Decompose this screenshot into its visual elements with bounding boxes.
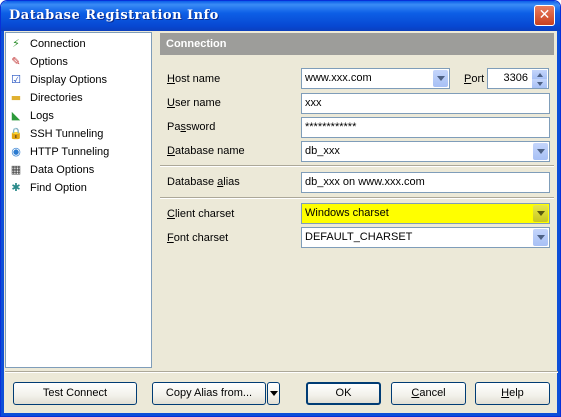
client-charset-combobox[interactable]: Windows charset <box>301 203 550 224</box>
window-title: Database Registration Info <box>9 8 219 23</box>
host-name-value: www.xxx.com <box>305 72 372 84</box>
label-text: lias <box>223 176 240 188</box>
button-label: ancel <box>419 387 446 399</box>
database-alias-value: db_xxx on www.xxx.com <box>305 176 425 188</box>
label-text: Pa <box>167 121 181 133</box>
nav-item-label: Data Options <box>30 164 95 176</box>
nav-item-label: SSH Tunneling <box>30 128 104 140</box>
label-text: ont charset <box>173 232 229 244</box>
nav-item-label: Options <box>30 56 68 68</box>
database-name-value: db_xxx <box>305 145 340 157</box>
chevron-down-icon[interactable] <box>533 205 548 222</box>
connection-icon: ⚡ <box>12 37 20 50</box>
close-button[interactable]: ✕ <box>534 5 555 26</box>
nav-item-data-options[interactable]: ▦ Data Options <box>8 161 148 179</box>
window-frame-right <box>557 31 560 416</box>
display-options-icon: ☑ <box>11 73 21 86</box>
nav-item-display-options[interactable]: ☑ Display Options <box>8 71 148 89</box>
password-label: Password <box>167 121 215 133</box>
test-connect-button[interactable]: Test Connect <box>13 382 137 405</box>
accelerator-key: H <box>167 73 175 85</box>
spin-up-icon[interactable] <box>532 70 547 79</box>
window-frame-bottom <box>1 413 560 416</box>
port-value: 3306 <box>503 72 528 84</box>
spin-down-icon[interactable] <box>532 79 547 88</box>
accelerator-key: U <box>167 97 175 109</box>
nav-item-label: Directories <box>30 92 83 104</box>
port-label: Port <box>464 73 484 85</box>
find-option-icon: ✱ <box>11 181 21 194</box>
font-charset-label: Font charset <box>167 232 228 244</box>
title-bar[interactable]: Database Registration Info ✕ <box>1 1 560 31</box>
label-text: ort <box>471 73 485 85</box>
divider <box>5 371 558 373</box>
nav-item-directories[interactable]: ▬ Directories <box>8 89 148 107</box>
database-name-label: Database name <box>167 145 245 157</box>
nav-item-connection[interactable]: ⚡ Connection <box>8 35 148 53</box>
nav-item-http-tunneling[interactable]: ◉ HTTP Tunneling <box>8 143 148 161</box>
password-field[interactable]: ************ <box>301 117 550 138</box>
button-label: elp <box>509 387 524 399</box>
folder-icon: ▬ <box>10 91 22 104</box>
chevron-down-icon[interactable] <box>533 229 548 246</box>
divider <box>160 197 554 199</box>
accelerator-key: D <box>167 145 175 157</box>
options-nav-list: ⚡ Connection ✎ Options ☑ Display Options… <box>5 32 152 368</box>
user-name-value: xxx <box>305 97 322 109</box>
options-icon: ✎ <box>11 55 21 68</box>
label-text: atabase name <box>174 145 245 157</box>
host-name-combobox[interactable]: www.xxx.com <box>301 68 450 89</box>
font-charset-value: DEFAULT_CHARSET <box>305 231 413 243</box>
label-text: ser name <box>174 97 221 109</box>
registration-dialog: Database Registration Info ✕ ⚡ Connectio… <box>0 0 561 417</box>
ok-button[interactable]: OK <box>306 382 381 405</box>
window-frame-left <box>1 31 4 416</box>
nav-item-label: Connection <box>30 38 86 50</box>
client-charset-label: Client charset <box>167 208 234 220</box>
nav-item-find-option[interactable]: ✱ Find Option <box>8 179 148 197</box>
nav-item-label: HTTP Tunneling <box>30 146 110 158</box>
chevron-down-icon[interactable] <box>533 143 548 160</box>
nav-item-options[interactable]: ✎ Options <box>8 53 148 71</box>
label-text: lient charset <box>174 208 235 220</box>
client-charset-value: Windows charset <box>305 207 389 219</box>
user-name-field[interactable]: xxx <box>301 93 550 114</box>
copy-alias-dropdown-button[interactable] <box>267 382 280 405</box>
accelerator-key: C <box>167 208 175 220</box>
label-text: sword <box>185 121 216 133</box>
chevron-down-icon[interactable] <box>433 70 448 87</box>
chevron-down-icon <box>270 391 278 396</box>
font-charset-combobox[interactable]: DEFAULT_CHARSET <box>301 227 550 248</box>
divider <box>160 165 554 167</box>
port-spin-input[interactable]: 3306 <box>487 68 549 89</box>
close-icon: ✕ <box>538 7 551 23</box>
nav-item-label: Display Options <box>30 74 108 86</box>
logs-icon: ◣ <box>11 109 21 122</box>
nav-item-label: Find Option <box>30 182 87 194</box>
ssh-tunneling-icon: 🔒 <box>9 127 23 140</box>
nav-item-ssh-tunneling[interactable]: 🔒 SSH Tunneling <box>8 125 148 143</box>
database-alias-label: Database alias <box>167 176 240 188</box>
section-title: Connection <box>160 33 554 55</box>
copy-alias-button[interactable]: Copy Alias from... <box>152 382 266 405</box>
data-options-icon: ▦ <box>10 163 22 176</box>
cancel-button[interactable]: Cancel <box>391 382 466 405</box>
help-button[interactable]: Help <box>475 382 550 405</box>
user-name-label: User name <box>167 97 221 109</box>
host-name-label: Host name <box>167 73 220 85</box>
label-text: Database <box>167 176 218 188</box>
database-alias-field[interactable]: db_xxx on www.xxx.com <box>301 172 550 193</box>
label-text: ost name <box>174 73 221 85</box>
accelerator-key: F <box>167 232 174 244</box>
nav-item-label: Logs <box>30 110 54 122</box>
nav-item-logs[interactable]: ◣ Logs <box>8 107 148 125</box>
accelerator-key: H <box>501 387 510 399</box>
password-value: ************ <box>305 121 357 133</box>
http-tunneling-icon: ◉ <box>11 145 21 158</box>
database-name-combobox[interactable]: db_xxx <box>301 141 550 162</box>
